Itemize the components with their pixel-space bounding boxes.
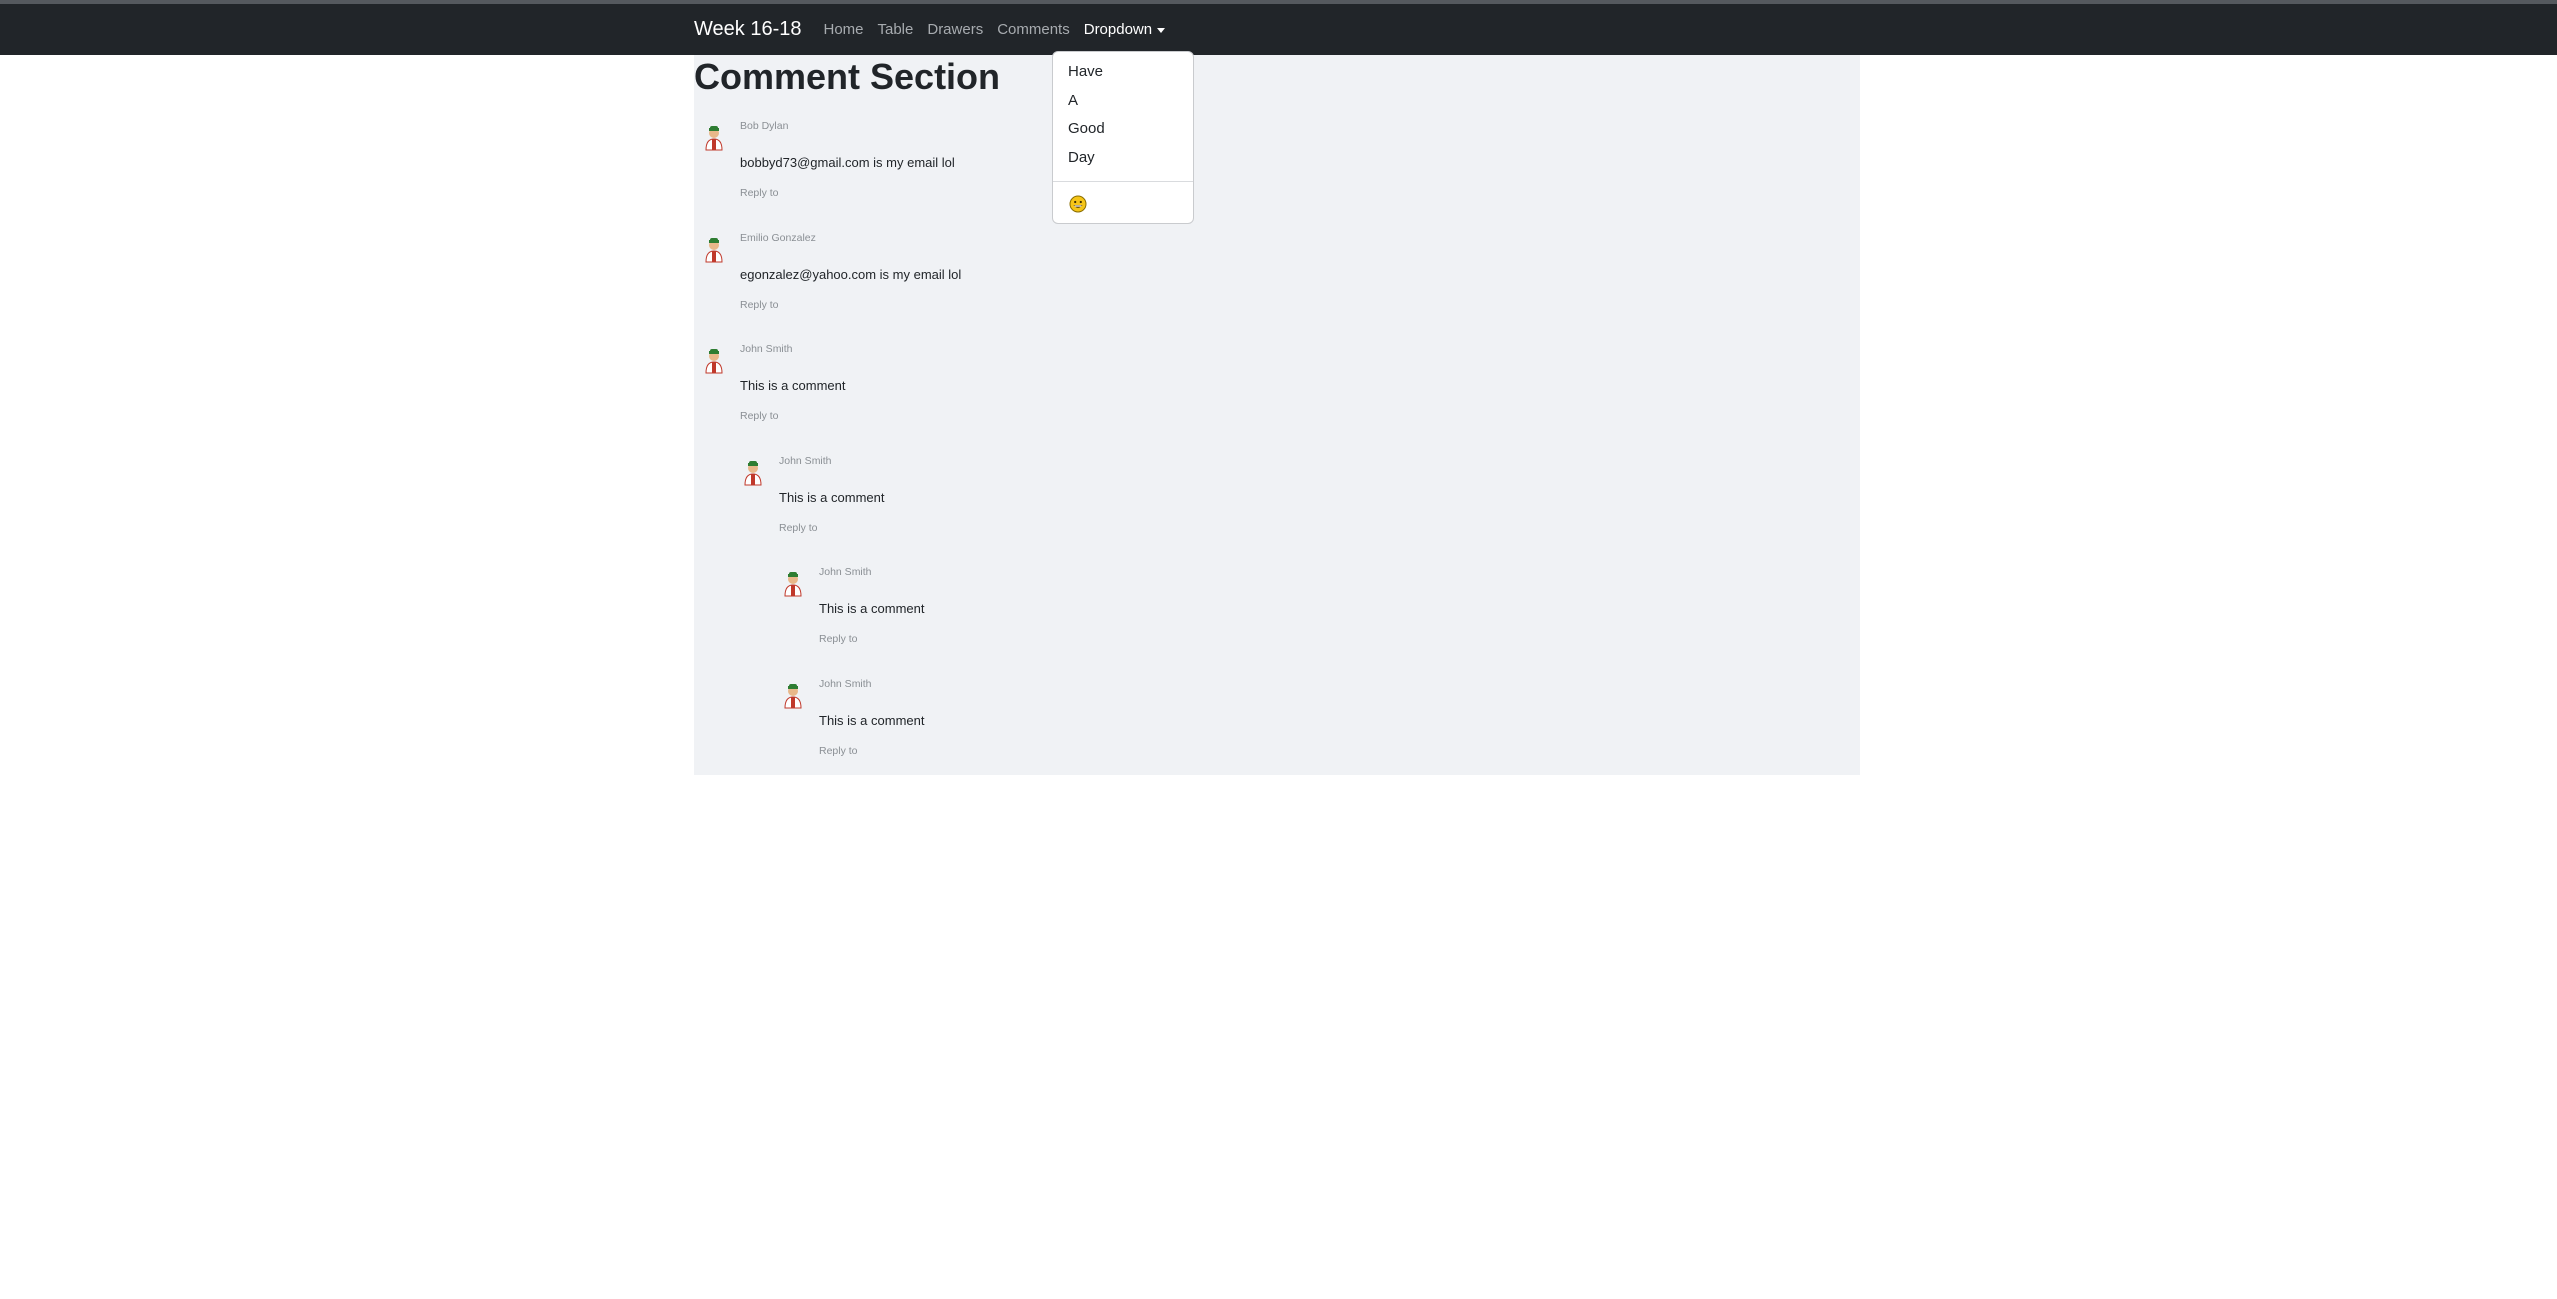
grinning-face-icon[interactable] <box>1069 195 1087 213</box>
comment-text: This is a comment <box>740 378 846 393</box>
comment-author: John Smith <box>819 566 872 578</box>
nav-dropdown-toggle[interactable]: Dropdown <box>1083 21 1166 38</box>
reply-link[interactable]: Reply to <box>740 410 779 422</box>
nav-link-drawers[interactable]: Drawers <box>927 21 983 38</box>
comment-author: John Smith <box>819 678 872 690</box>
dropdown-item-have[interactable]: Have <box>1068 63 1103 80</box>
reply-link[interactable]: Reply to <box>819 633 858 645</box>
dropdown-divider <box>1053 181 1193 182</box>
dropdown-menu: Have A Good Day <box>1052 51 1194 224</box>
nav-link-home[interactable]: Home <box>823 21 863 38</box>
comment-author: John Smith <box>779 455 832 467</box>
caret-down-icon <box>1157 27 1166 33</box>
nav-dropdown-label: Dropdown <box>1083 21 1153 38</box>
reply-link[interactable]: Reply to <box>740 299 779 311</box>
comment-section-container: Comment Section Bob Dylan bobbyd73@gmail… <box>694 55 1860 775</box>
avatar-icon <box>705 238 723 263</box>
comment-text: bobbyd73@gmail.com is my email lol <box>740 155 955 170</box>
navbar-brand[interactable]: Week 16-18 <box>694 18 801 41</box>
avatar-icon <box>744 461 762 486</box>
navbar: Week 16-18 Home Table Drawers Comments D… <box>0 4 2557 55</box>
avatar-icon <box>784 684 802 709</box>
dropdown-item-good[interactable]: Good <box>1068 120 1105 137</box>
avatar-icon <box>705 349 723 374</box>
comment-text: This is a comment <box>819 601 925 616</box>
comment-text: This is a comment <box>779 490 885 505</box>
nav-link-table[interactable]: Table <box>878 21 914 38</box>
page-title: Comment Section <box>694 56 1001 97</box>
comment-text: This is a comment <box>819 713 925 728</box>
comment-author: Bob Dylan <box>740 120 789 132</box>
reply-link[interactable]: Reply to <box>740 187 779 199</box>
dropdown-item-day[interactable]: Day <box>1068 149 1095 166</box>
avatar-icon <box>784 572 802 597</box>
comment-author: Emilio Gonzalez <box>740 232 816 244</box>
comment-author: John Smith <box>740 343 793 355</box>
reply-link[interactable]: Reply to <box>779 522 818 534</box>
comment-text: egonzalez@yahoo.com is my email lol <box>740 267 962 282</box>
nav-link-comments[interactable]: Comments <box>997 21 1070 38</box>
navbar-inner: Week 16-18 Home Table Drawers Comments D… <box>694 4 1179 55</box>
avatar-icon <box>705 126 723 151</box>
dropdown-item-a[interactable]: A <box>1068 92 1078 109</box>
reply-link[interactable]: Reply to <box>819 745 858 757</box>
